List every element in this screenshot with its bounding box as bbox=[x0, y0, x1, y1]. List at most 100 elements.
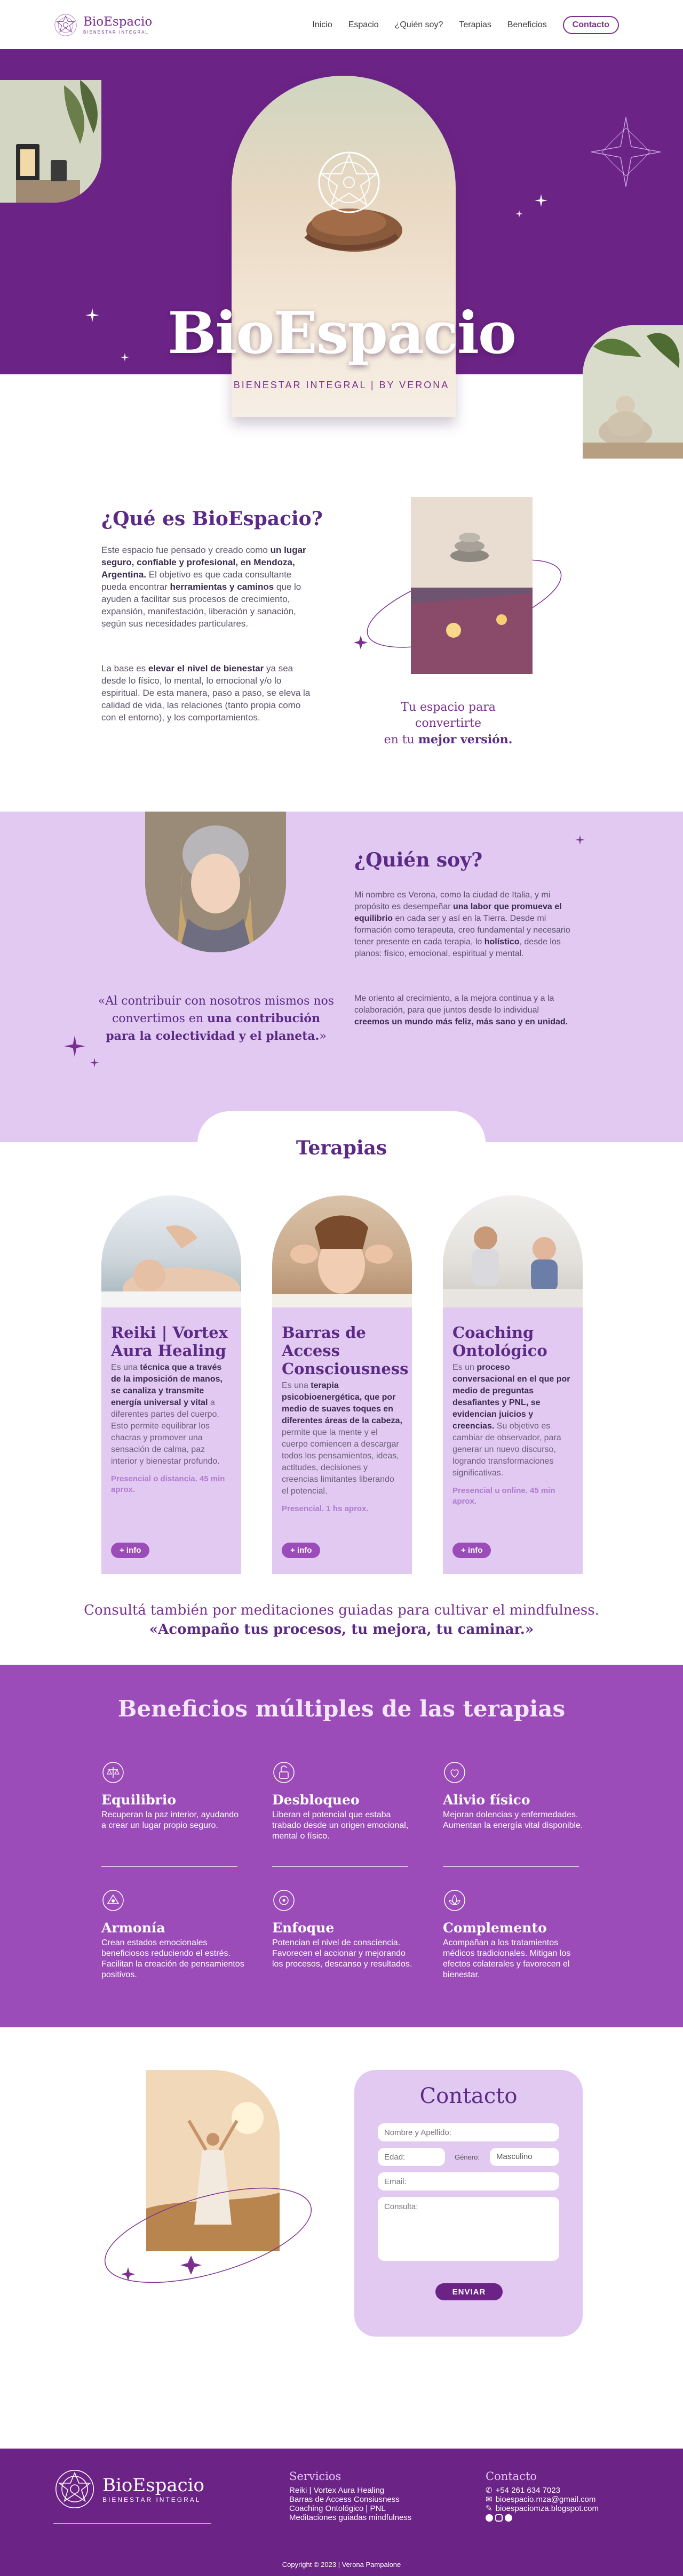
message-field[interactable] bbox=[378, 2197, 559, 2261]
footer-phone[interactable]: +54 261 634 7023 bbox=[496, 2486, 560, 2495]
benefit-text: Acompañan a los tratamientos médicos tra… bbox=[443, 1938, 571, 1979]
therapy-modality: Presencial o distancia. 45 min aprox. bbox=[111, 1474, 225, 1494]
benefit-armonia: Armonía Crean estados emocionales benefi… bbox=[101, 1889, 245, 1980]
small-star-icon bbox=[64, 1036, 85, 1057]
terapias-section: Terapias Reiki | Vortex Aura Healing Es … bbox=[0, 1111, 683, 1665]
facebook-icon[interactable] bbox=[505, 2514, 512, 2522]
site-footer: BioEspacio BIENESTAR INTEGRAL Servicios … bbox=[0, 2449, 683, 2576]
small-star-icon bbox=[575, 835, 585, 845]
therapy-card-coaching: Coaching Ontológico Es un proceso conver… bbox=[443, 1195, 583, 1574]
divider bbox=[53, 2523, 211, 2524]
hands-bowl-icon bbox=[304, 151, 402, 252]
benefit-alivio: Alivio físico Mejoran dolencias y enferm… bbox=[443, 1761, 587, 1831]
quien-soy-section: ¿Quién soy? Mi nombre es Verona, como la… bbox=[0, 812, 683, 1142]
hero-subtitle: BIENESTAR INTEGRAL | BY VERONA bbox=[233, 380, 450, 390]
age-field[interactable] bbox=[378, 2148, 445, 2166]
hero-title: BioEspacio bbox=[168, 300, 517, 367]
benefit-title: Desbloqueo bbox=[272, 1792, 360, 1808]
que-es-title: ¿Qué es BioEspacio? bbox=[101, 508, 323, 530]
therapy-card-barras: Barras de Access Consciousness Es una te… bbox=[272, 1195, 412, 1574]
coaching-photo bbox=[443, 1195, 583, 1307]
benefit-title: Alivio físico bbox=[443, 1792, 530, 1808]
footer-logo[interactable]: BioEspacio BIENESTAR INTEGRAL bbox=[53, 2468, 204, 2510]
footer-services-title: Servicios bbox=[289, 2470, 342, 2483]
nav-espacio[interactable]: Espacio bbox=[348, 20, 379, 30]
therapy-modality: Presencial. 1 hs aprox. bbox=[282, 1504, 369, 1513]
nav-quien-soy[interactable]: ¿Quién soy? bbox=[395, 20, 443, 30]
barras-photo bbox=[272, 1195, 412, 1307]
instagram-icon[interactable] bbox=[495, 2514, 503, 2522]
footer-email[interactable]: bioespacio.mza@gmail.com bbox=[496, 2495, 596, 2504]
small-star-icon bbox=[90, 1058, 99, 1068]
benefit-desbloqueo: Desbloqueo Liberan el potencial que esta… bbox=[272, 1761, 416, 1842]
lotus-icon bbox=[444, 1890, 465, 1911]
quien-soy-title: ¿Quién soy? bbox=[354, 849, 483, 871]
therapy-description: Es una terapia psicobioenergética, que p… bbox=[282, 1381, 402, 1496]
reiki-info-button[interactable]: + info bbox=[111, 1543, 150, 1558]
benefit-complemento: Complemento Acompañan a los tratamientos… bbox=[443, 1889, 587, 1980]
divider bbox=[443, 1866, 579, 1867]
top-nav: BioEspacio BIENESTAR INTEGRAL Inicio Esp… bbox=[0, 0, 683, 49]
copyright: Copyright © 2023 | Verona Pampalone bbox=[282, 2561, 401, 2569]
main-menu: Inicio Espacio ¿Quién soy? Terapias Bene… bbox=[312, 16, 619, 34]
logo[interactable]: BioEspacio BIENESTAR INTEGRAL bbox=[53, 13, 152, 37]
harmony-icon bbox=[102, 1890, 124, 1911]
contacto-section: Contacto Género: Masculino ENVIAR bbox=[0, 2027, 683, 2449]
therapy-modality: Presencial u online. 45 min aprox. bbox=[452, 1486, 555, 1506]
lanterns-photo bbox=[0, 80, 101, 203]
footer-service-item[interactable]: Reiki | Vortex Aura Healing bbox=[289, 2486, 411, 2495]
beneficios-title: Beneficios múltiples de las terapias bbox=[117, 1696, 566, 1722]
quien-soy-paragraph-2: Me oriento al crecimiento, a la mejora c… bbox=[354, 994, 568, 1026]
nav-inicio[interactable]: Inicio bbox=[312, 20, 332, 30]
benefit-text: Potencian el nivel de consciencia. Favor… bbox=[272, 1938, 412, 1969]
gender-label: Género: bbox=[455, 2153, 480, 2161]
therapy-description: Es un proceso conversacional en el que p… bbox=[452, 1363, 570, 1478]
benefit-title: Equilibrio bbox=[101, 1792, 177, 1808]
barras-info-button[interactable]: + info bbox=[282, 1543, 321, 1558]
contact-title: Contacto bbox=[419, 2084, 518, 2108]
small-star-icon bbox=[515, 210, 523, 218]
divider bbox=[101, 1866, 237, 1867]
que-es-paragraph-1: Este espacio fue pensado y creado como u… bbox=[101, 545, 306, 629]
footer-tagline: BIENESTAR INTEGRAL bbox=[102, 2496, 201, 2503]
therapy-description: Es una técnica que a través de la imposi… bbox=[111, 1363, 223, 1466]
quien-soy-paragraph-1: Mi nombre es Verona, como la ciudad de I… bbox=[354, 890, 570, 958]
benefit-text: Recuperan la paz interior, ayudando a cr… bbox=[101, 1810, 239, 1830]
stones-candles-photo bbox=[411, 497, 533, 674]
reiki-photo bbox=[101, 1195, 241, 1310]
footer-service-item[interactable]: Barras de Access Consiusness bbox=[289, 2495, 411, 2504]
nav-contacto-button[interactable]: Contacto bbox=[562, 16, 619, 34]
therapy-title: Barras de Access Consciousness bbox=[282, 1323, 409, 1378]
footer-brand-name: BioEspacio bbox=[102, 2475, 205, 2496]
gender-select[interactable]: Masculino bbox=[490, 2148, 559, 2166]
terapias-title: Terapias bbox=[296, 1137, 387, 1159]
que-es-tagline: Tu espacio para convertirte en tu mejor … bbox=[384, 701, 513, 747]
benefit-equilibrio: Equilibrio Recuperan la paz interior, ay… bbox=[101, 1761, 245, 1831]
footer-contact-title: Contacto bbox=[486, 2470, 537, 2483]
nav-terapias[interactable]: Terapias bbox=[459, 20, 491, 30]
footer-blog[interactable]: bioespaciomza.blogspot.com bbox=[496, 2504, 599, 2513]
therapy-title: Coaching Ontológico bbox=[452, 1323, 547, 1360]
verona-portrait-photo bbox=[145, 812, 286, 952]
logo-tagline: BIENESTAR INTEGRAL bbox=[83, 29, 149, 35]
hero-section: BioEspacio BIENESTAR INTEGRAL | BY VERON… bbox=[0, 49, 683, 459]
email-field[interactable] bbox=[378, 2172, 559, 2190]
focus-icon bbox=[273, 1890, 295, 1911]
relief-icon bbox=[444, 1762, 465, 1783]
pinterest-icon[interactable] bbox=[486, 2514, 493, 2522]
name-field[interactable] bbox=[378, 2123, 559, 2141]
que-es-section: ¿Qué es BioEspacio? Este espacio fue pen… bbox=[0, 433, 683, 812]
unlock-icon bbox=[273, 1762, 295, 1783]
coaching-info-button[interactable]: + info bbox=[452, 1543, 491, 1558]
divider bbox=[272, 1866, 408, 1867]
nav-beneficios[interactable]: Beneficios bbox=[507, 20, 547, 30]
footer-service-item[interactable]: Meditaciones guiadas mindfulness bbox=[289, 2513, 411, 2522]
quien-soy-quote: «Al contribuir con nosotros mismos nos c… bbox=[98, 994, 335, 1043]
mandala-logo-icon bbox=[54, 14, 77, 36]
send-button[interactable]: ENVIAR bbox=[435, 2283, 503, 2300]
footer-service-item[interactable]: Coaching Ontológico | PNL bbox=[289, 2504, 411, 2513]
therapy-title: Reiki | Vortex Aura Healing bbox=[111, 1323, 228, 1360]
benefit-text: Mejoran dolencias y enfermedades. Aument… bbox=[443, 1810, 583, 1830]
mail-icon: ✉ bbox=[486, 2495, 493, 2504]
logo-name: BioEspacio bbox=[83, 14, 153, 29]
